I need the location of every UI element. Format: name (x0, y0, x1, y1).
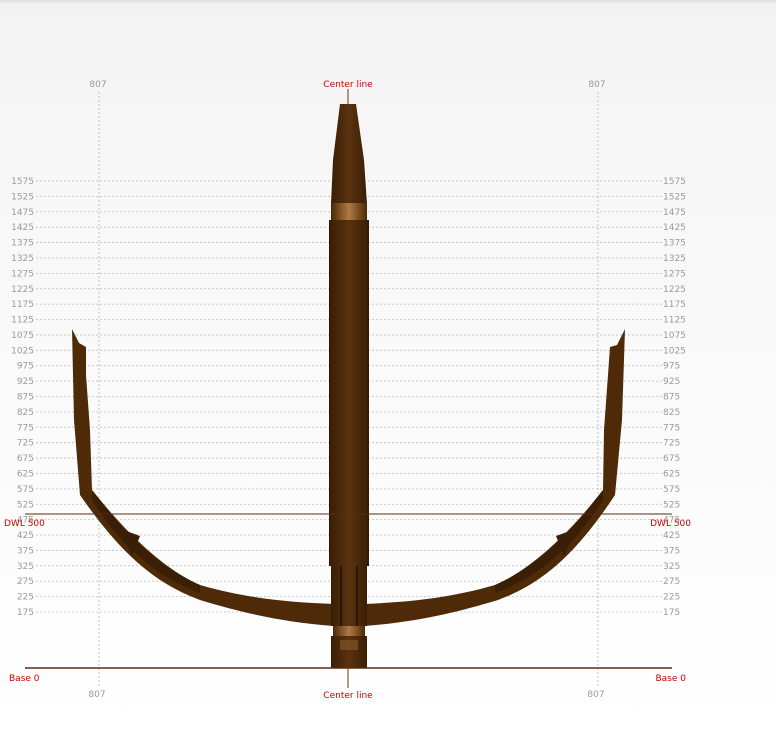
height-tick-left: 375 (17, 546, 34, 556)
height-tick-left: 1325 (11, 254, 34, 264)
height-tick-right: 1375 (663, 239, 686, 249)
height-tick-right: 525 (663, 500, 680, 510)
base-label-left: Base 0 (9, 674, 40, 684)
keel-upper (331, 566, 367, 626)
height-tick-left: 975 (17, 362, 34, 372)
offset-label-bottom-left: 807 (88, 690, 105, 700)
height-tick-right: 175 (663, 608, 680, 618)
height-tick-left: 1575 (11, 177, 34, 187)
height-tick-left: 1175 (11, 300, 34, 310)
height-tick-right: 975 (663, 362, 680, 372)
hull-section-drawing: 1575 1575 1525 1525 1475 1475 1425 1425 1375 1375… (4, 80, 691, 701)
offset-label-bottom-right: 807 (587, 690, 604, 700)
hull-arm-right-shade (495, 490, 603, 593)
height-tick-right: 1225 (663, 285, 686, 295)
height-tick-left: 1125 (11, 316, 34, 326)
height-tick-right: 675 (663, 454, 680, 464)
height-tick-right: 1325 (663, 254, 686, 264)
height-tick-right: 925 (663, 377, 680, 387)
height-tick-left: 575 (17, 485, 34, 495)
height-tick-right: 1475 (663, 208, 686, 218)
height-tick-left: 425 (17, 531, 34, 541)
height-tick-right: 875 (663, 393, 680, 403)
height-tick-right: 725 (663, 439, 680, 449)
height-tick-right: 1175 (663, 300, 686, 310)
height-tick-right: 1525 (663, 192, 686, 202)
height-tick-right: 825 (663, 408, 680, 418)
height-tick-right: 1575 (663, 177, 686, 187)
offset-label-top-right: 807 (588, 80, 605, 90)
height-tick-left: 1075 (11, 331, 34, 341)
base-label-right: Base 0 (655, 674, 686, 684)
height-tick-right: 275 (663, 577, 680, 587)
keel-lower-inner (340, 640, 358, 650)
height-tick-left: 1525 (11, 192, 34, 202)
center-line-label-bottom: Center line (323, 691, 373, 701)
mast-tip (331, 104, 367, 204)
height-tick-left: 725 (17, 439, 34, 449)
height-tick-left: 825 (17, 408, 34, 418)
height-tick-left: 1025 (11, 346, 34, 356)
height-tick-right: 775 (663, 423, 680, 433)
height-tick-left: 275 (17, 577, 34, 587)
height-tick-left: 675 (17, 454, 34, 464)
height-tick-right: 1425 (663, 223, 686, 233)
height-tick-right: 1125 (663, 316, 686, 326)
center-line-label-top: Center line (323, 80, 373, 90)
keel-collar (333, 626, 365, 636)
height-tick-left: 525 (17, 500, 34, 510)
hull-arm-left-shade (92, 490, 200, 593)
height-tick-left: 325 (17, 562, 34, 572)
mast-ring (331, 203, 367, 220)
hull-arm-left (72, 329, 334, 626)
height-tick-left: 1475 (11, 208, 34, 218)
height-tick-right: 325 (663, 562, 680, 572)
offset-label-top-left: 807 (89, 80, 106, 90)
height-tick-left: 925 (17, 377, 34, 387)
hull-shape (72, 104, 625, 668)
dwl-label-left: DWL 500 (4, 519, 45, 529)
height-tick-right: 625 (663, 469, 680, 479)
height-tick-left: 1375 (11, 239, 34, 249)
dwl-label-right: DWL 500 (650, 519, 691, 529)
height-tick-left: 875 (17, 393, 34, 403)
height-tick-left: 1275 (11, 269, 34, 279)
height-tick-left: 175 (17, 608, 34, 618)
height-tick-left: 225 (17, 593, 34, 603)
height-tick-right: 1075 (663, 331, 686, 341)
height-tick-right: 425 (663, 531, 680, 541)
height-tick-left: 1225 (11, 285, 34, 295)
height-tick-left: 1425 (11, 223, 34, 233)
height-tick-right: 1275 (663, 269, 686, 279)
height-tick-right: 225 (663, 593, 680, 603)
height-tick-left: 775 (17, 423, 34, 433)
height-tick-right: 575 (663, 485, 680, 495)
height-tick-left: 625 (17, 469, 34, 479)
height-tick-right: 1025 (663, 346, 686, 356)
height-tick-right: 375 (663, 546, 680, 556)
